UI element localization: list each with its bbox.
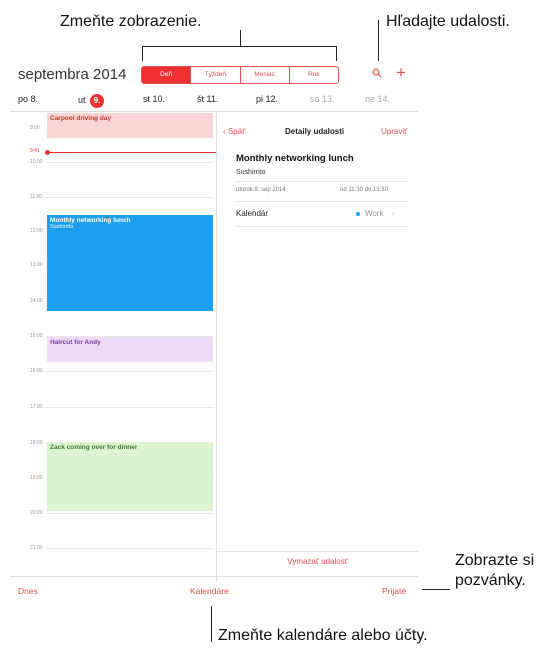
- calendar-color-dot: [356, 211, 360, 216]
- calendar-event[interactable]: Monthly networking lunch Sushirrito: [47, 215, 213, 311]
- separator: [236, 201, 409, 202]
- event-title: Haircut for Andy: [50, 339, 101, 346]
- day-1[interactable]: ut 9.: [78, 94, 105, 108]
- separator: [236, 226, 409, 227]
- hour-line: [46, 197, 214, 198]
- segment-3[interactable]: Rok: [288, 67, 338, 83]
- day-number: 10.: [152, 94, 166, 104]
- hour-line: [46, 371, 214, 372]
- day-4[interactable]: pi 12.: [256, 94, 278, 104]
- hour-label: 17:00: [30, 404, 43, 410]
- hour-label: 19:00: [30, 475, 43, 481]
- day-name: st: [143, 94, 153, 104]
- day-number: 12.: [265, 94, 279, 104]
- callout-line-invites: [422, 589, 450, 590]
- current-time-dot: [45, 150, 50, 155]
- chevron-right-icon: ›: [391, 209, 395, 218]
- day-name: so: [310, 94, 323, 104]
- hour-label: 16:00: [30, 368, 43, 374]
- separator: [236, 181, 409, 182]
- calendar-value-row[interactable]: Work ›: [356, 209, 394, 218]
- callout-line-view-h: [142, 46, 337, 47]
- hour-label: 18:00: [30, 440, 43, 446]
- detail-navbar: ‹ Späť Detaily udalosti Upraviť: [217, 121, 418, 143]
- delete-event-button[interactable]: Vymazať udalosť: [217, 557, 418, 566]
- today-button[interactable]: Dnes: [18, 586, 38, 596]
- callout-search: Hľadajte udalosti.: [386, 13, 510, 30]
- pane-divider: [216, 111, 217, 581]
- current-time-label: 9:41: [30, 148, 40, 154]
- day-name: po: [18, 94, 31, 104]
- calendar-label: Kalendár: [236, 209, 269, 218]
- hour-line: [46, 162, 214, 163]
- hour-label: 11:00: [30, 194, 43, 200]
- segment-2[interactable]: Mesiac: [239, 67, 289, 83]
- hour-label: 15:00: [30, 333, 43, 339]
- day-6[interactable]: ne 14.: [365, 94, 390, 104]
- callout-line-search: [378, 20, 379, 67]
- callout-change-view: Zmeňte zobrazenie.: [60, 13, 202, 30]
- event-title: Monthly networking lunch: [236, 153, 354, 164]
- calendar-value: Work: [365, 209, 384, 218]
- calendar-app: septembra 2014 Deň Týždeň Mesiac Rok + po 8…: [10, 61, 418, 606]
- detail-title: Detaily udalosti: [285, 127, 345, 136]
- calendar-header: septembra 2014 Deň Týždeň Mesiac Rok +: [10, 61, 418, 89]
- search-icon[interactable]: [372, 68, 382, 78]
- day-2[interactable]: st 10.: [143, 94, 165, 104]
- day-3[interactable]: št 11.: [197, 94, 218, 104]
- day-timeline: 9:00 10:00 11:00 12:00 13:00 14:00 15:00 16:00 1…: [10, 111, 216, 576]
- event-title: Zack coming over for dinner: [50, 444, 138, 451]
- callout-calendars: Zmeňte kalendáre alebo účty.: [218, 627, 428, 644]
- event-date: utorok,9. sep 2014: [236, 187, 286, 193]
- month-title: septembra 2014: [18, 66, 127, 83]
- hour-line: [46, 407, 214, 408]
- day-0[interactable]: po 8.: [18, 94, 38, 104]
- hour-label: 10:00: [30, 159, 43, 165]
- back-label: Späť: [227, 127, 246, 136]
- separator: [217, 551, 418, 552]
- hour-label: 13:00: [30, 262, 43, 268]
- event-subtitle: Sushirrito: [50, 224, 74, 230]
- day-number: 9.: [90, 94, 105, 108]
- back-button[interactable]: ‹ Späť: [223, 127, 245, 136]
- week-days-row: po 8. ut 9. st 10. št 11. pi 12. so 13. ne 14.: [10, 89, 418, 112]
- hour-label: 9:00: [30, 125, 40, 131]
- event-title: Monthly networking lunch: [50, 217, 131, 224]
- plus-icon[interactable]: +: [396, 64, 406, 81]
- view-segmented-control: Deň Týždeň Mesiac Rok: [141, 66, 339, 84]
- segment-0[interactable]: Deň: [142, 67, 191, 83]
- day-number: 8.: [30, 94, 39, 104]
- hour-label: 12:00: [30, 228, 43, 234]
- hour-line: [46, 548, 214, 549]
- day-name: pi: [256, 94, 266, 104]
- segment-1[interactable]: Týždeň: [190, 67, 239, 83]
- edit-button[interactable]: Upraviť: [381, 127, 407, 136]
- calendar-event[interactable]: Zack coming over for dinner: [47, 442, 213, 511]
- inbox-button[interactable]: Prijaté: [382, 586, 406, 596]
- day-number: 14.: [377, 94, 391, 104]
- day-number: 13.: [322, 94, 335, 104]
- callout-line-view-up: [240, 30, 241, 46]
- calendars-button[interactable]: Kalendáre: [190, 586, 229, 596]
- calendar-event[interactable]: Haircut for Andy: [47, 337, 213, 362]
- callout-invites-text: Zobrazte si pozvánky.: [455, 552, 535, 589]
- callout-invites: Zobrazte si pozvánky.: [455, 551, 534, 591]
- calendar-event[interactable]: Carpool driving day: [47, 113, 213, 138]
- bottom-toolbar: Dnes Kalendáre Prijaté: [10, 576, 418, 606]
- event-time: od 11:30 do 13:30: [340, 187, 388, 193]
- current-time-line: [46, 152, 216, 153]
- hour-label: 14:00: [30, 298, 43, 304]
- event-location: Sushirrito: [236, 169, 266, 176]
- hour-label: 21:00: [30, 545, 43, 551]
- event-title: Carpool driving day: [50, 115, 112, 122]
- day-name: ut: [78, 95, 89, 105]
- day-name: ne: [365, 94, 378, 104]
- hour-line: [46, 513, 214, 514]
- day-5[interactable]: so 13.: [310, 94, 335, 104]
- hour-label: 20:00: [30, 510, 43, 516]
- day-name: št: [197, 94, 207, 104]
- day-number: 11.: [206, 94, 219, 104]
